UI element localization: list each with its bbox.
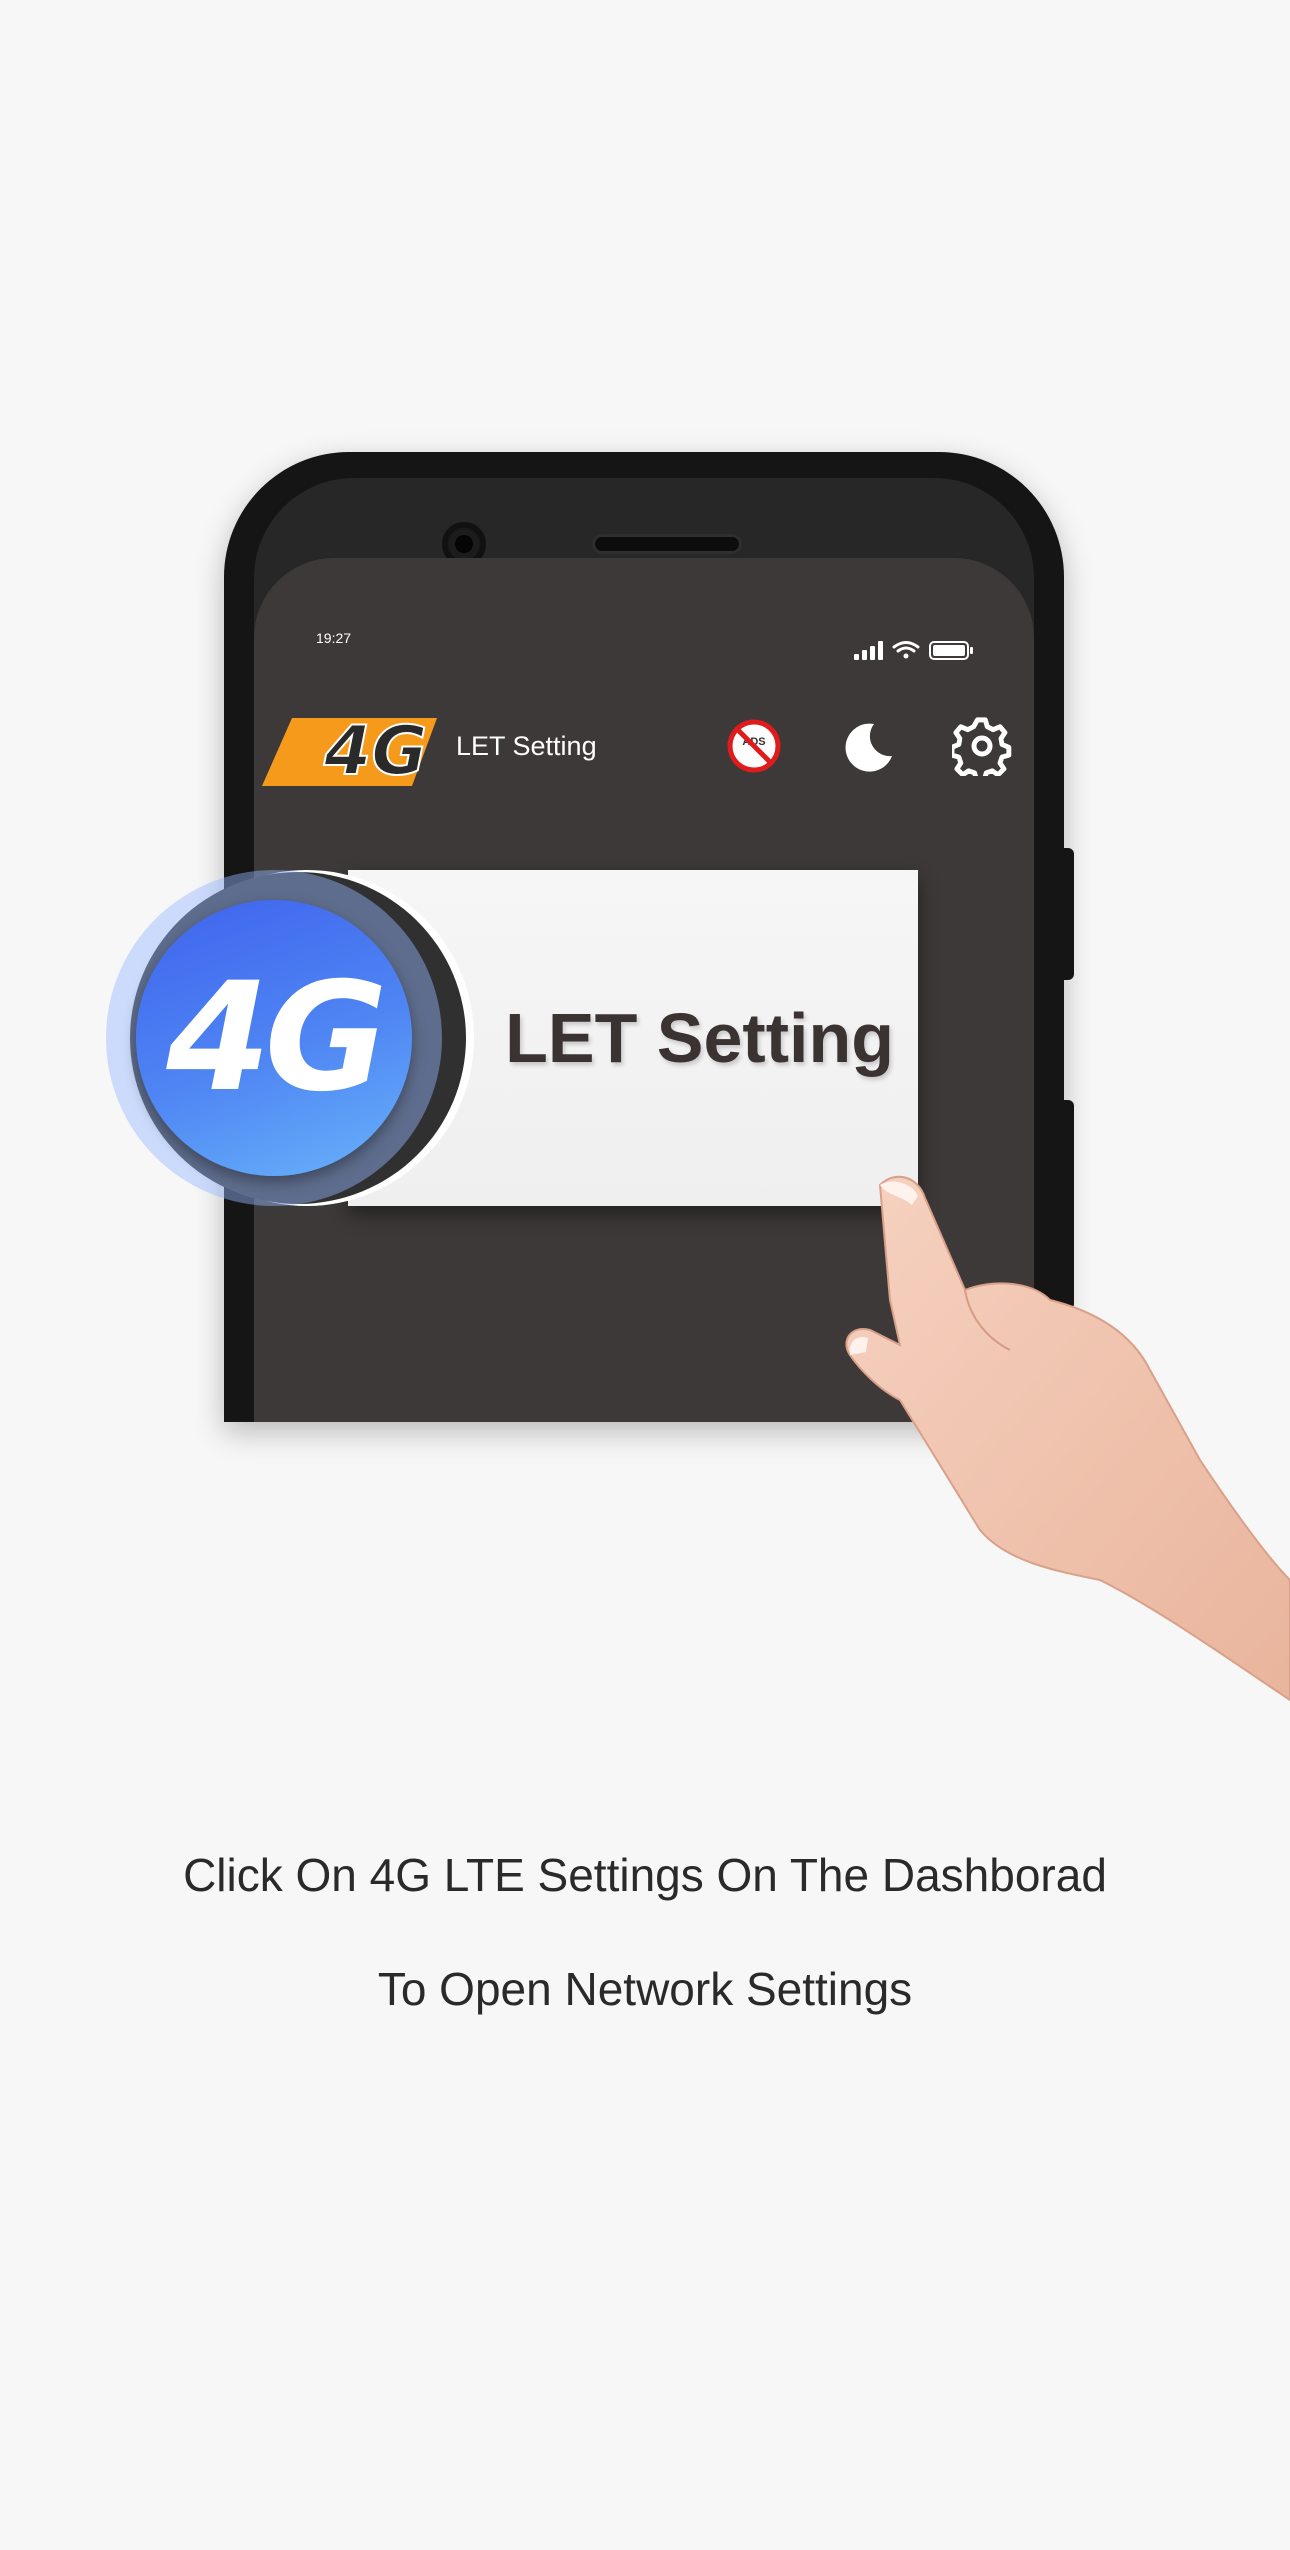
phone-power-button: [1062, 848, 1074, 980]
app-title: LET Setting: [456, 731, 597, 761]
battery-icon: [929, 641, 973, 660]
app-logo-text: 4G: [323, 712, 427, 791]
signal-icon: [854, 641, 883, 660]
status-time: 19:27: [316, 630, 352, 646]
4g-badge-text: 4G: [166, 951, 388, 1125]
settings-gear-icon[interactable]: [952, 716, 1012, 776]
status-icons: [854, 641, 973, 660]
app-logo: 4G: [262, 711, 437, 792]
4g-badge[interactable]: 4G: [136, 900, 412, 1176]
phone-volume-button: [1062, 1100, 1074, 1310]
no-ads-icon[interactable]: ADS: [724, 716, 784, 776]
instruction-line-2: To Open Network Settings: [377, 1963, 913, 2015]
wifi-icon: [892, 641, 920, 659]
night-mode-icon[interactable]: [838, 716, 898, 776]
earpiece-speaker: [592, 534, 742, 554]
tutorial-page: 19:27 4G LET Setting ADS LET Setting 4G …: [0, 0, 1290, 2550]
instruction-line-1: Click On 4G LTE Settings On The Dashbora…: [183, 1849, 1107, 1901]
